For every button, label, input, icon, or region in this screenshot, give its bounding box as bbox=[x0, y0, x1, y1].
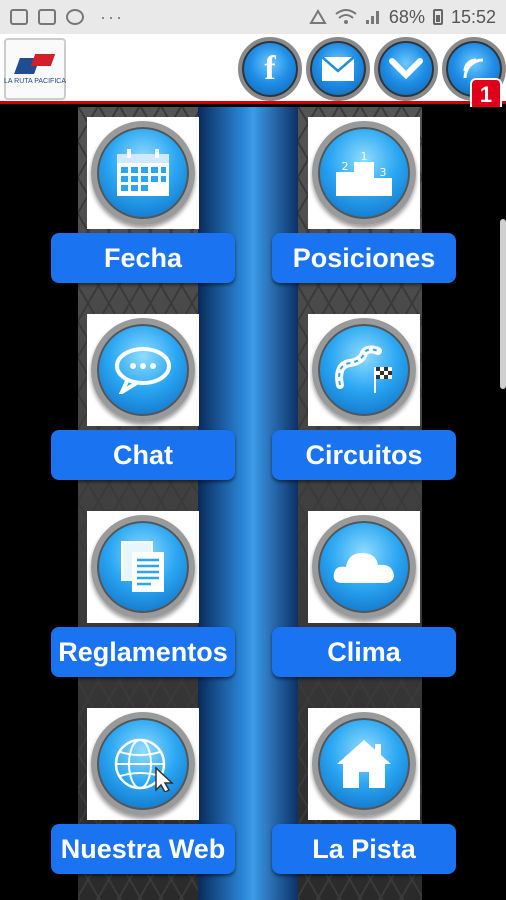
wifi-icon bbox=[335, 9, 357, 24]
menu-item-label: La Pista bbox=[272, 824, 456, 874]
menu-item-label: Chat bbox=[51, 430, 235, 480]
notification-icons: ··· bbox=[10, 7, 124, 28]
facebook-icon: f bbox=[264, 50, 276, 87]
menu-item-reglamentos[interactable]: Reglamentos bbox=[47, 501, 237, 681]
menu-item-circuitos[interactable]: Circuitos bbox=[268, 304, 458, 484]
menu-item-card bbox=[308, 708, 420, 820]
calendar-icon bbox=[117, 149, 169, 196]
svg-text:2: 2 bbox=[342, 160, 349, 173]
menu-item-card bbox=[308, 314, 420, 426]
menu-item-card: 1 2 3 bbox=[308, 117, 420, 229]
menu-item-circle bbox=[312, 318, 416, 422]
menu-item-circle bbox=[312, 712, 416, 816]
mail-icon bbox=[321, 56, 355, 81]
app-logo[interactable]: LA RUTA PACIFICA bbox=[4, 38, 66, 100]
menu-item-card bbox=[87, 511, 199, 623]
facebook-button[interactable]: f bbox=[238, 37, 302, 101]
app-notification-icon bbox=[66, 9, 84, 25]
menu-item-chat[interactable]: Chat bbox=[47, 304, 237, 484]
menu-item-circle bbox=[91, 515, 195, 619]
gallery-icon bbox=[10, 9, 28, 25]
menu-item-circle bbox=[91, 318, 195, 422]
download-button[interactable] bbox=[374, 37, 438, 101]
menu-item-circle bbox=[91, 121, 195, 225]
signal-icon bbox=[365, 11, 379, 24]
system-icons: 68% 15:52 bbox=[309, 7, 496, 28]
svg-text:1: 1 bbox=[361, 150, 368, 163]
logo-text: LA RUTA PACIFICA bbox=[4, 77, 66, 85]
menu-item-label: Reglamentos bbox=[51, 627, 235, 677]
svg-text:3: 3 bbox=[380, 166, 387, 179]
menu-item-clima[interactable]: Clima bbox=[268, 501, 458, 681]
scrollbar[interactable] bbox=[500, 219, 506, 389]
menu-item-label: Clima bbox=[272, 627, 456, 677]
documents-icon bbox=[121, 541, 164, 592]
down-arrow-icon bbox=[389, 58, 423, 80]
menu-item-label: Circuitos bbox=[272, 430, 456, 480]
logo-mark-icon bbox=[14, 53, 56, 76]
more-notifications: ··· bbox=[100, 6, 124, 27]
home-icon bbox=[337, 740, 391, 788]
menu-item-la-pista[interactable]: La Pista bbox=[268, 698, 458, 878]
menu-item-label: Posiciones bbox=[272, 233, 456, 283]
clock: 15:52 bbox=[450, 6, 496, 27]
app-header: LA RUTA PACIFICA f 1 bbox=[0, 34, 506, 112]
menu-item-fecha[interactable]: Fecha bbox=[47, 107, 237, 287]
menu-item-card bbox=[87, 117, 199, 229]
circuit-flag-icon bbox=[335, 345, 392, 393]
sms-icon bbox=[38, 9, 56, 25]
cloud-icon bbox=[333, 553, 394, 583]
battery-percentage: 68% bbox=[388, 6, 425, 27]
menu-item-card bbox=[308, 511, 420, 623]
menu-item-nuestra-web[interactable]: Nuestra Web bbox=[47, 698, 237, 878]
menu-item-card bbox=[87, 314, 199, 426]
menu-item-posiciones[interactable]: 1 2 3 Posiciones bbox=[268, 107, 458, 287]
battery-icon bbox=[432, 9, 443, 25]
chat-bubble-icon bbox=[115, 347, 171, 394]
status-bar: ··· 68% 15:52 bbox=[0, 0, 506, 34]
menu-item-label: Nuestra Web bbox=[51, 824, 235, 874]
mail-button[interactable] bbox=[306, 37, 370, 101]
podium-icon: 1 2 3 bbox=[336, 150, 392, 196]
menu-item-circle bbox=[91, 712, 195, 816]
menu-item-card bbox=[87, 708, 199, 820]
menu-item-circle bbox=[312, 515, 416, 619]
menu-item-label: Fecha bbox=[51, 233, 235, 283]
main-menu: Fecha 1 2 3 Posiciones Chat Circuitos Re… bbox=[0, 107, 506, 900]
globe-cursor-icon bbox=[114, 738, 174, 792]
alarm-icon bbox=[309, 9, 327, 24]
menu-item-circle: 1 2 3 bbox=[312, 121, 416, 225]
